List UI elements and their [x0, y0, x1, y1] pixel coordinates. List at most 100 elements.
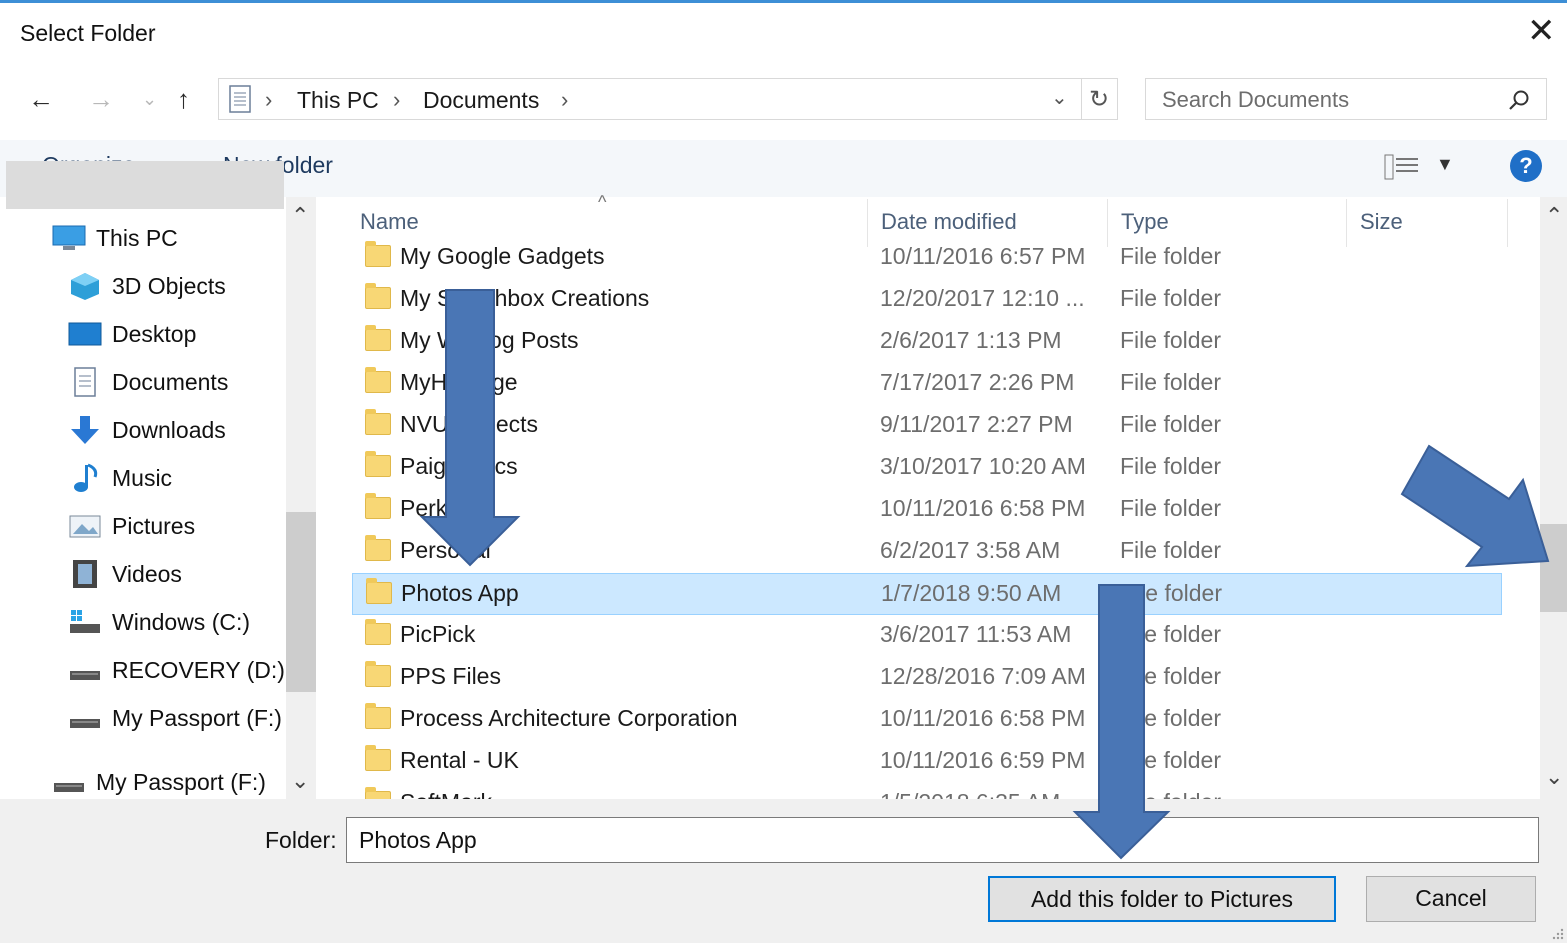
breadcrumb-documents[interactable]: Documents [423, 87, 539, 114]
file-type: File folder [1120, 411, 1221, 437]
sidebar-scrollbar[interactable] [286, 197, 316, 799]
file-row[interactable]: NVU Projects 9/11/2017 2:27 PM File fold… [352, 405, 1502, 447]
file-date: 7/17/2017 2:26 PM [880, 369, 1075, 395]
forward-arrow-icon[interactable]: → [88, 86, 114, 112]
recent-locations-chevron-icon[interactable]: ⌄ [142, 90, 157, 108]
sidebar-item-desktop[interactable]: Desktop [68, 311, 196, 357]
file-type: File folder [1120, 537, 1221, 563]
sidebar-item-recovery-d[interactable]: RECOVERY (D:) [68, 647, 285, 693]
back-arrow-icon[interactable]: ← [28, 86, 54, 112]
file-row[interactable]: PPS Files 12/28/2016 7:09 AM File folder [352, 657, 1502, 699]
sidebar-item-label: 3D Objects [112, 272, 226, 299]
sidebar-item-my-passport-f-root[interactable]: My Passport (F:) [52, 759, 266, 799]
navigation-pane: This PC 3D Objects Desktop Documents Dow… [0, 197, 318, 799]
file-list-scroll-up-icon[interactable]: ⌃ [1545, 205, 1563, 227]
breadcrumb-separator-icon: › [265, 87, 273, 112]
search-icon[interactable] [1508, 89, 1530, 111]
sidebar-item-3d-objects[interactable]: 3D Objects [68, 263, 226, 309]
sidebar-item-label: RECOVERY (D:) [112, 656, 285, 683]
folder-icon [365, 283, 391, 309]
breadcrumb-this-pc[interactable]: This PC [297, 87, 379, 114]
add-folder-to-pictures-button[interactable]: Add this folder to Pictures [988, 876, 1336, 922]
file-name: Paige Docs [400, 453, 518, 479]
music-icon [68, 463, 102, 493]
address-divider [1081, 79, 1082, 119]
column-header-name[interactable]: Name [360, 209, 419, 235]
file-row-selected[interactable]: Photos App 1/7/2018 9:50 AM File folder [352, 573, 1502, 615]
file-date: 10/11/2016 6:58 PM [880, 705, 1086, 731]
address-dropdown-chevron-icon[interactable]: ⌄ [1051, 85, 1068, 110]
column-header-size[interactable]: Size [1360, 209, 1403, 235]
sidebar-item-pictures[interactable]: Pictures [68, 503, 195, 549]
file-list-scroll-down-icon[interactable]: ⌄ [1545, 766, 1563, 788]
refresh-icon[interactable]: ↻ [1089, 85, 1109, 114]
column-header-type[interactable]: Type [1121, 209, 1169, 235]
file-row[interactable]: Process Architecture Corporation 10/11/2… [352, 699, 1502, 741]
file-date: 9/11/2017 2:27 PM [880, 411, 1073, 437]
sidebar-item-my-passport-f[interactable]: My Passport (F:) [68, 695, 282, 741]
sidebar-item-label: Music [112, 464, 173, 491]
sidebar-item-label: Downloads [112, 416, 226, 443]
column-divider[interactable] [1507, 199, 1508, 247]
file-type: File folder [1120, 327, 1221, 353]
column-header-date-modified[interactable]: Date modified [881, 209, 1017, 235]
file-type: File folder [1120, 789, 1221, 799]
file-type: File folder [1120, 495, 1221, 521]
file-type: File folder [1120, 621, 1221, 647]
file-row[interactable]: My Sketchbox Creations 12/20/2017 12:10 … [352, 279, 1502, 321]
file-date: 10/11/2016 6:58 PM [880, 495, 1086, 521]
cancel-button[interactable]: Cancel [1366, 876, 1536, 922]
sidebar-item-downloads[interactable]: Downloads [68, 407, 226, 453]
drive-f-icon [52, 767, 86, 797]
3d-objects-icon [68, 271, 102, 301]
file-name: Perkins [400, 495, 477, 521]
file-row[interactable]: Personal 6/2/2017 3:58 AM File folder [352, 531, 1502, 573]
view-dropdown-chevron-icon[interactable]: ▼ [1436, 154, 1454, 175]
sidebar-scroll-up-icon[interactable]: ⌃ [291, 205, 309, 227]
drive-f-icon [68, 703, 102, 733]
dialog-title: Select Folder [20, 20, 156, 46]
view-options-icon[interactable] [1384, 154, 1420, 180]
sidebar-item-windows-c[interactable]: Windows (C:) [68, 599, 250, 645]
file-type: File folder [1121, 580, 1222, 606]
file-row[interactable]: My Google Gadgets 10/11/2016 6:57 PM Fil… [352, 237, 1502, 279]
folder-icon [365, 703, 391, 729]
window-top-border [0, 0, 1567, 3]
file-list-scrollbar[interactable] [1540, 197, 1567, 799]
sidebar-item-label: Pictures [112, 512, 196, 539]
folder-icon [365, 409, 391, 435]
file-type: File folder [1120, 285, 1221, 311]
sidebar-scrollbar-thumb[interactable] [286, 512, 316, 692]
breadcrumb-separator-icon: › [561, 87, 569, 112]
file-row[interactable]: Paige Docs 3/10/2017 10:20 AM File folde… [352, 447, 1502, 489]
file-name: SoftMark [400, 789, 492, 799]
sidebar-item-label: My Passport (F:) [96, 768, 266, 795]
help-icon[interactable]: ? [1510, 150, 1542, 182]
file-row[interactable]: SoftMark 1/5/2018 6:35 AM File folder [352, 783, 1502, 799]
pictures-icon [68, 511, 102, 541]
up-arrow-icon[interactable]: ↑ [177, 86, 190, 112]
file-row[interactable]: Perkins 10/11/2016 6:58 PM File folder [352, 489, 1502, 531]
close-icon[interactable]: ✕ [1527, 14, 1556, 48]
sidebar-item-documents[interactable]: Documents [68, 359, 228, 405]
file-date: 2/6/2017 1:13 PM [880, 327, 1062, 353]
resize-grip-icon[interactable] [1551, 927, 1565, 941]
sidebar-item-videos[interactable]: Videos [68, 551, 182, 597]
file-list-scrollbar-thumb[interactable] [1540, 524, 1567, 612]
address-bar[interactable]: › This PC › Documents › ⌄ ↻ [218, 78, 1118, 120]
search-input[interactable] [1160, 85, 1494, 115]
file-row[interactable]: My Weblog Posts 2/6/2017 1:13 PM File fo… [352, 321, 1502, 363]
sidebar-scroll-down-icon[interactable]: ⌄ [291, 770, 309, 792]
file-type: File folder [1120, 663, 1221, 689]
file-date: 12/28/2016 7:09 AM [880, 663, 1086, 689]
folder-name-input[interactable] [346, 817, 1539, 863]
sidebar-item-music[interactable]: Music [68, 455, 172, 501]
sidebar-item-this-pc[interactable]: This PC [52, 215, 178, 261]
folder-icon [365, 367, 391, 393]
search-box[interactable] [1145, 78, 1547, 120]
file-row[interactable]: Rental - UK 10/11/2016 6:59 PM File fold… [352, 741, 1502, 783]
file-date: 1/5/2018 6:35 AM [880, 789, 1060, 799]
file-row[interactable]: PicPick 3/6/2017 11:53 AM File folder [352, 615, 1502, 657]
file-type: File folder [1120, 369, 1221, 395]
file-row[interactable]: MyHeritage 7/17/2017 2:26 PM File folder [352, 363, 1502, 405]
